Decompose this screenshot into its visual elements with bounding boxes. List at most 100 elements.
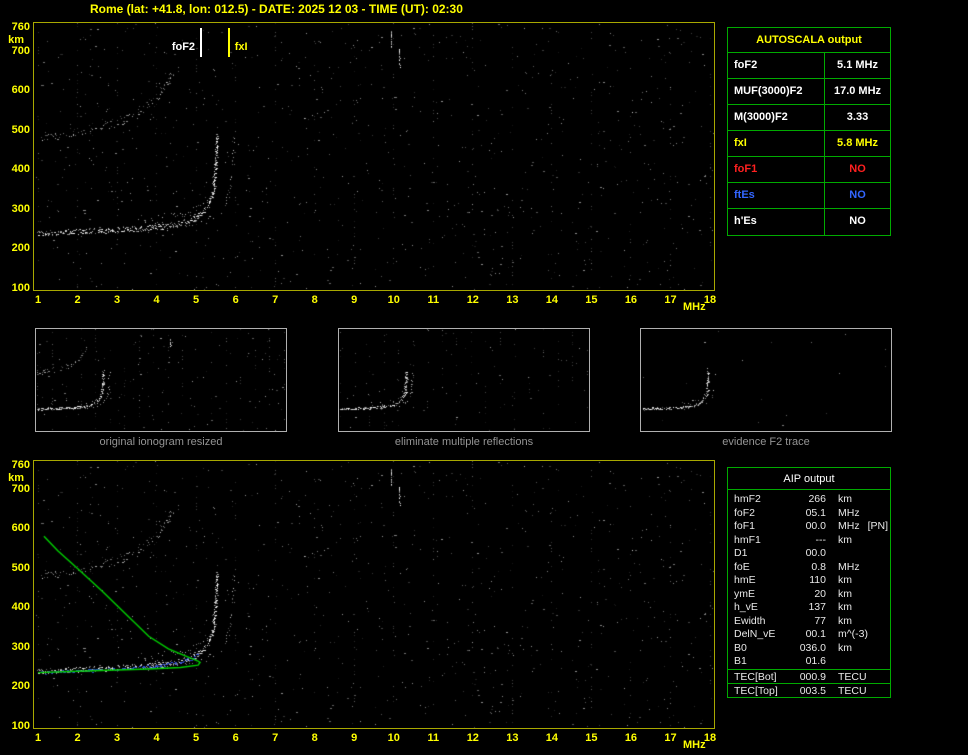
aip-row-label: foF1 <box>734 520 756 532</box>
x-axis-tick: 2 <box>74 732 81 744</box>
y-axis-tick: 100 <box>11 282 30 294</box>
autoscala-table-rows: foF2 5.1 MHz MUF(3000)F2 17.0 MHz M(3000)F2 3… <box>728 53 890 235</box>
y-axis-tick: 200 <box>11 242 30 255</box>
aip-row: h_vE 137 km <box>728 601 890 615</box>
bottom-ionogram-canvas <box>34 461 714 728</box>
x-axis-tick: 10 <box>387 732 400 744</box>
thumbnail-panel-1: eliminate multiple reflections <box>338 328 590 448</box>
x-axis-tick: 3 <box>113 732 121 744</box>
autoscala-output-table: AUTOSCALA output foF2 5.1 MHz MUF(3000)F2 1… <box>727 27 891 236</box>
aip-row-unit: km <box>838 533 852 546</box>
autoscala-row-value: 3.33 <box>846 111 869 123</box>
aip-tec-value: 000.9 <box>799 670 826 683</box>
aip-row-unit: km <box>838 614 852 627</box>
aip-row-label: Ewidth <box>734 614 766 627</box>
x-axis-tick: 14 <box>545 732 558 744</box>
aip-tec-rows: TEC[Bot] 000.9 TECU TEC[Top] 003.5 TECU <box>728 668 890 697</box>
autoscala-row: fxI 5.8 MHz <box>728 131 890 157</box>
aip-row-unit: km <box>838 574 852 586</box>
y-axis-tick: 760 <box>11 459 30 471</box>
y-axis-tick: 600 <box>11 522 30 535</box>
autoscala-row-label: foF1 <box>728 157 825 182</box>
aip-row-value: 77 <box>814 614 826 627</box>
autoscala-row: h'Es NO <box>728 209 890 235</box>
x-axis-tick: 15 <box>585 732 598 744</box>
x-axis-tick: 8 <box>311 732 318 744</box>
x-axis-unit: MHz <box>683 739 706 751</box>
x-axis-unit: MHz <box>683 301 706 313</box>
autoscala-window: Rome (lat: +41.8, lon: 012.5) - DATE: 20… <box>0 0 968 755</box>
x-axis-tick: 6 <box>232 294 239 306</box>
x-axis-tick: 1 <box>34 294 42 306</box>
x-axis-tick: 7 <box>272 294 279 306</box>
autoscala-row: ftEs NO <box>728 183 890 209</box>
x-axis-tick: 12 <box>466 294 479 306</box>
y-axis-tick: 600 <box>11 84 30 97</box>
thumbnail-caption: eliminate multiple reflections <box>394 436 534 448</box>
aip-row-value: 01.6 <box>805 655 826 667</box>
aip-row-label: foE <box>734 560 750 573</box>
autoscala-row: MUF(3000)F2 17.0 MHz <box>728 79 890 105</box>
aip-row-label: D1 <box>734 547 748 559</box>
aip-row-unit: MHz <box>838 560 860 573</box>
aip-row-value: 00.0 <box>805 520 826 532</box>
aip-row-value: 00.0 <box>805 547 826 559</box>
y-axis-tick: 200 <box>11 680 30 693</box>
aip-output-table: AIP output hmF2 266 km foF2 05.1 MHz foF1 00.0 M… <box>727 467 891 698</box>
aip-row-unit: km <box>838 493 852 505</box>
aip-row-unit: MHz <box>838 520 860 532</box>
aip-tec-row: TEC[Top] 003.5 TECU <box>728 682 890 697</box>
autoscala-row-label: h'Es <box>728 209 825 235</box>
x-axis-tick: 5 <box>193 732 200 744</box>
bottom-ionogram-y-axis: 760 700 600 500 400 300 200 100 km <box>0 459 31 732</box>
autoscala-row-value: 5.8 MHz <box>837 137 878 149</box>
aip-row: hmF2 266 km <box>728 493 890 507</box>
x-axis-tick: 11 <box>427 294 440 306</box>
x-axis-tick: 9 <box>351 294 358 306</box>
aip-row-unit: km <box>838 587 852 600</box>
top-ionogram-y-axis: 760 700 600 500 400 300 200 100 km <box>0 22 31 294</box>
aip-row: foE 0.8 MHz <box>728 561 890 575</box>
aip-row: ymE 20 km <box>728 588 890 602</box>
x-axis-tick: 4 <box>153 294 160 306</box>
thumbnail-panel-0: original ionogram resized <box>35 328 287 448</box>
thumbnail-canvas <box>339 329 589 431</box>
aip-row-label: B0 <box>734 641 747 654</box>
y-axis-tick: 500 <box>11 561 30 574</box>
x-axis-tick: 10 <box>387 294 400 306</box>
y-axis-tick: 500 <box>11 123 30 136</box>
x-axis-tick: 6 <box>232 732 239 744</box>
aip-row: DelN_vE 00.1 m^(-3) <box>728 628 890 642</box>
autoscala-row: foF2 5.1 MHz <box>728 53 890 79</box>
aip-row-value: 036.0 <box>799 641 826 654</box>
aip-tec-unit: TECU <box>838 684 867 697</box>
aip-row-unit: m^(-3) <box>838 628 869 640</box>
x-axis-tick: 17 <box>664 294 677 306</box>
aip-row-label: hmF2 <box>734 493 761 505</box>
aip-row-label: ymE <box>734 587 755 600</box>
aip-row-extra: [PN] <box>867 520 889 532</box>
autoscala-row-value: 5.1 MHz <box>837 59 878 71</box>
y-axis-tick: 300 <box>11 640 30 653</box>
x-axis-tick: 5 <box>193 294 200 306</box>
aip-row-value: 137 <box>808 601 826 613</box>
x-axis-tick: 9 <box>351 732 358 744</box>
top-ionogram-canvas <box>34 23 714 290</box>
bottom-ionogram-x-axis: 1 2 3 4 5 6 7 8 9 10 11 12 13 14 15 16 17 18 MHz <box>33 732 743 752</box>
aip-row-label: hmF1 <box>734 533 761 546</box>
aip-row-label: B1 <box>734 655 747 667</box>
aip-row-unit: km <box>838 641 852 654</box>
y-axis-tick: 300 <box>11 202 30 215</box>
fxi-marker-line <box>227 28 230 57</box>
thumbnail-caption: original ionogram resized <box>99 436 223 448</box>
aip-tec-label: TEC[Top] <box>734 684 778 697</box>
aip-tec-label: TEC[Bot] <box>734 670 777 683</box>
y-axis-tick: 400 <box>11 601 30 614</box>
x-axis-tick: 16 <box>624 732 638 744</box>
x-axis-tick: 12 <box>466 732 479 744</box>
autoscala-row-value: NO <box>849 215 866 227</box>
x-axis-tick: 4 <box>153 732 160 744</box>
y-axis-tick: 700 <box>11 482 30 495</box>
aip-row-label: DelN_vE <box>734 628 776 640</box>
autoscala-row: foF1 NO <box>728 157 890 183</box>
